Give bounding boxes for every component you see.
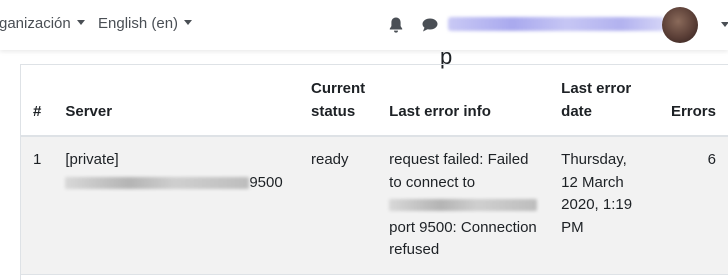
column-header-current-status[interactable]: Current status xyxy=(299,65,378,137)
language-menu[interactable]: English (en) xyxy=(98,15,193,32)
language-menu-label: English (en) xyxy=(98,15,179,32)
redacted-host xyxy=(65,176,250,189)
column-header-server[interactable]: Server xyxy=(53,65,299,137)
table-header-row: # Server Current status Last error info … xyxy=(21,65,728,137)
error-info-cell: request failed: Failed to connect to por… xyxy=(377,136,550,275)
server-url-suffix: 9500 xyxy=(249,173,283,191)
chevron-down-icon xyxy=(76,20,85,25)
organization-menu-label: ganización xyxy=(0,15,71,32)
server-url: 9500 xyxy=(65,172,287,195)
comment-icon[interactable] xyxy=(421,17,439,33)
row-index: 1 xyxy=(21,136,54,275)
top-navbar: ganización English (en) xyxy=(0,0,728,50)
user-name-redacted[interactable] xyxy=(448,17,664,31)
server-status-table: # Server Current status Last error info … xyxy=(21,65,728,275)
error-date-cell: Thursday, 12 March 2020, 1:19 PM xyxy=(549,136,656,275)
chevron-down-icon xyxy=(184,20,193,25)
server-cell: [private] 9500 xyxy=(53,136,299,275)
main-content: p # Server Current status Last error inf… xyxy=(0,44,728,280)
column-header-index[interactable]: # xyxy=(21,65,54,137)
chevron-down-icon[interactable] xyxy=(721,22,728,27)
avatar[interactable] xyxy=(662,7,698,43)
column-header-last-error-date[interactable]: Last error date xyxy=(549,65,656,137)
error-text-suffix: port 9500: Connection refused xyxy=(389,218,537,259)
error-text-prefix: request failed: Failed to connect to xyxy=(389,151,529,191)
server-name: [private] xyxy=(65,151,119,168)
column-header-last-error-info[interactable]: Last error info xyxy=(377,65,550,137)
error-host xyxy=(389,194,538,217)
organization-menu[interactable]: ganización xyxy=(0,15,85,32)
bell-icon[interactable] xyxy=(388,16,404,34)
column-header-errors[interactable]: Errors xyxy=(655,65,728,137)
redacted-host xyxy=(389,199,538,212)
status-cell: ready xyxy=(299,136,378,275)
table-row: 1 [private] 9500 ready request failed: F… xyxy=(21,136,728,275)
error-count-cell: 6 xyxy=(655,136,728,275)
